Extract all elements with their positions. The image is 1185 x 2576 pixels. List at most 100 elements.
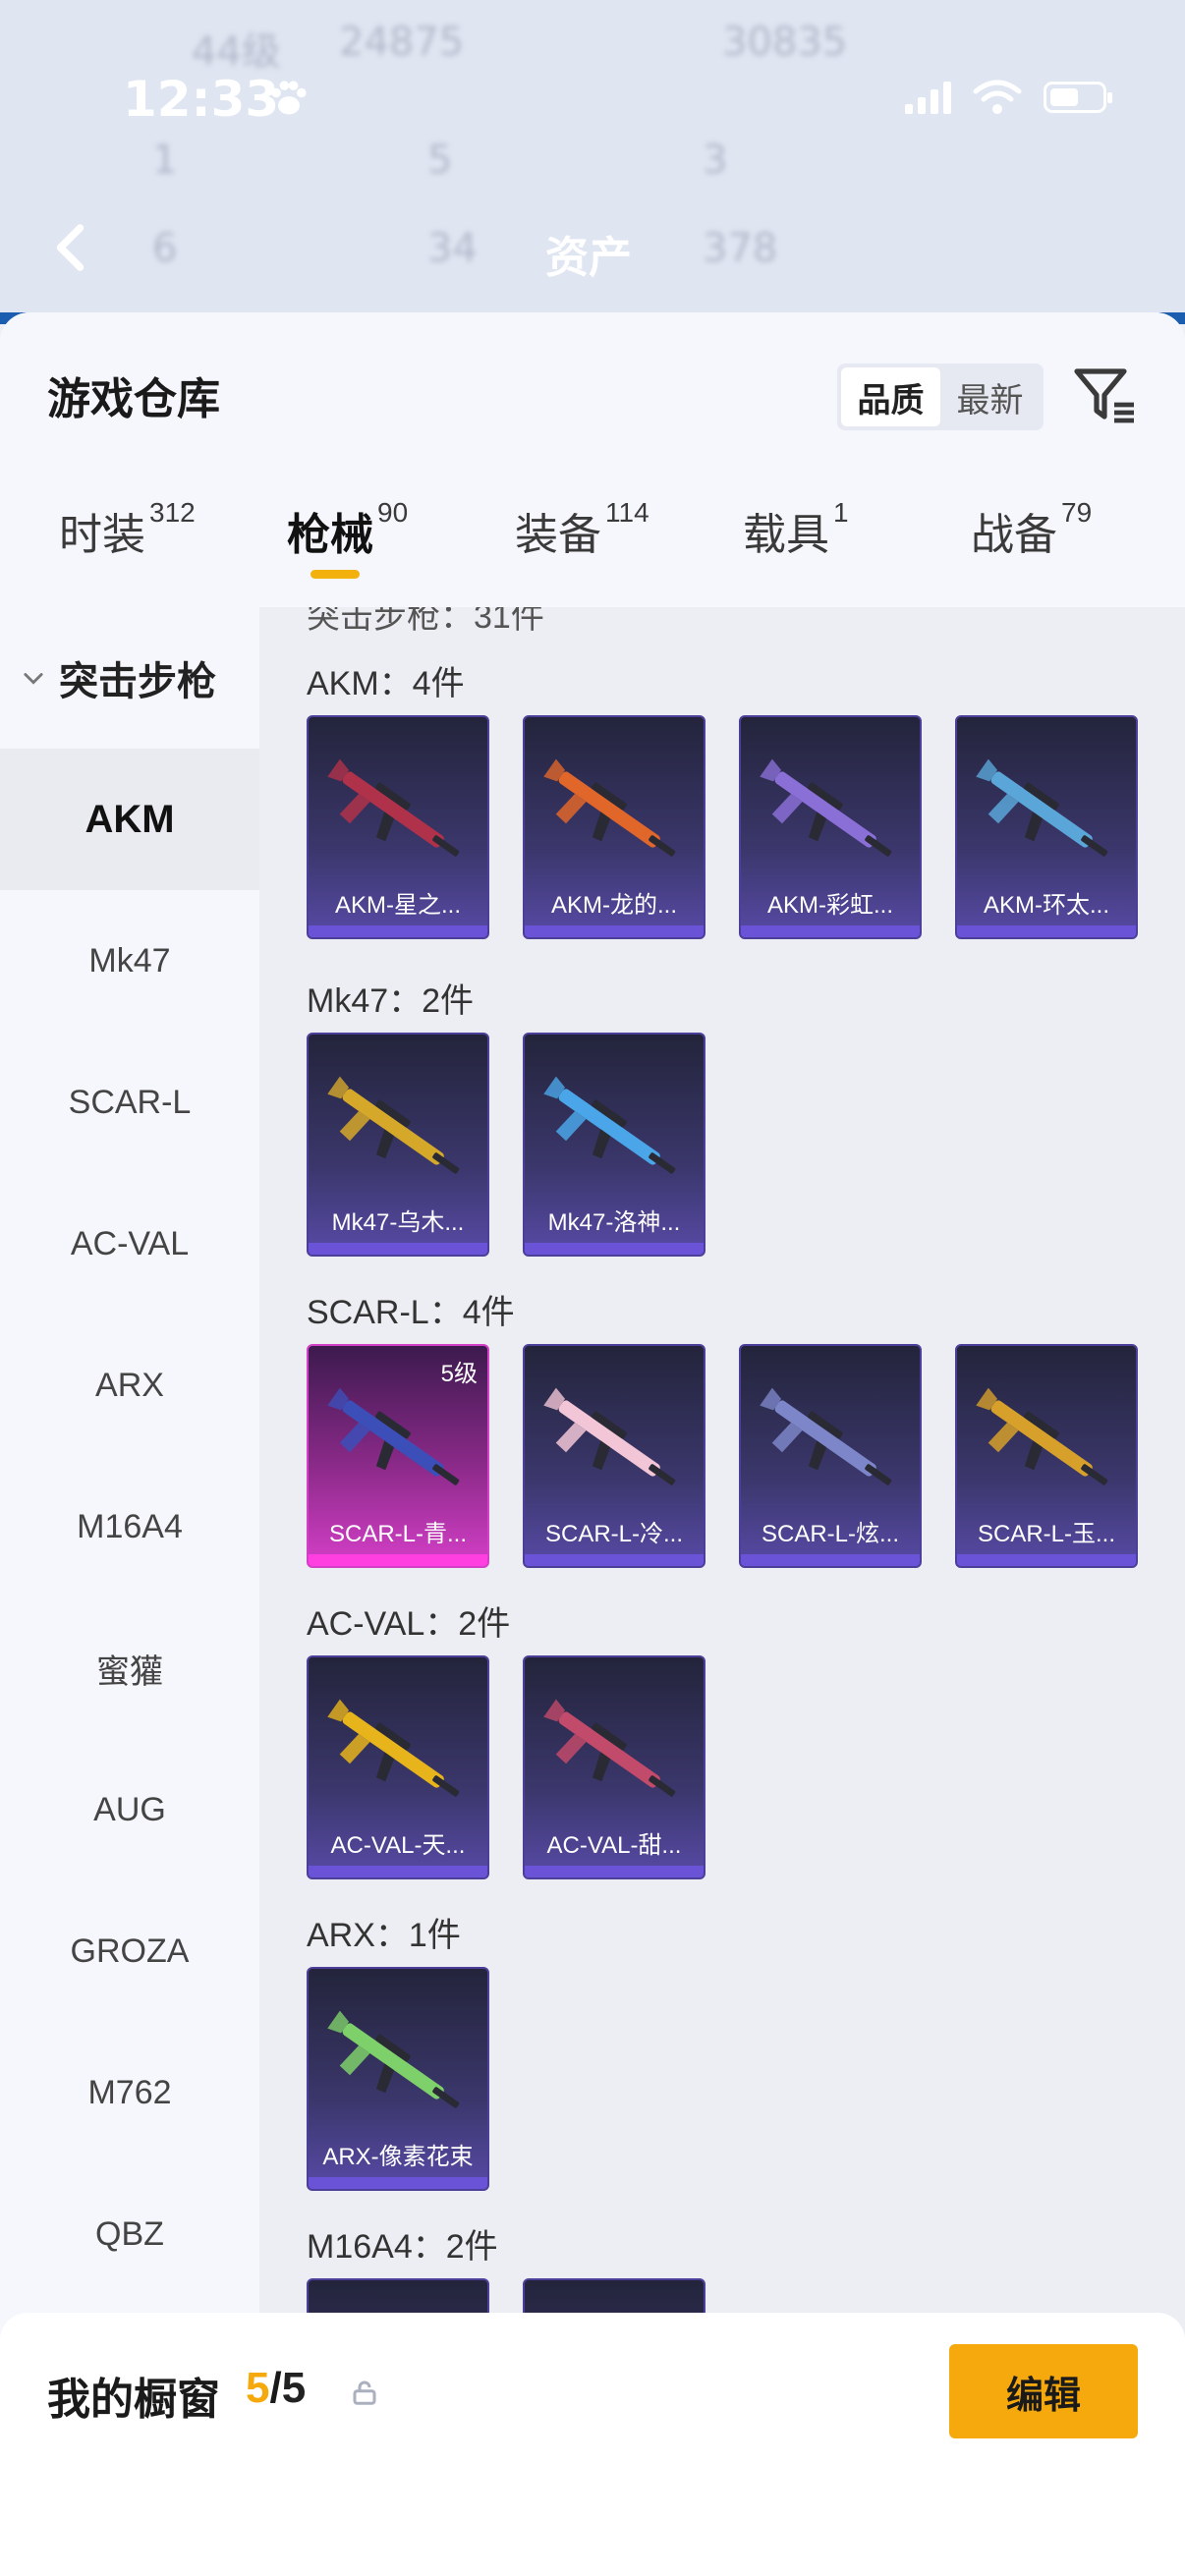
- rifle-icon: [327, 1387, 460, 1485]
- card-rarity-bar: [741, 1554, 920, 1566]
- weapon-card[interactable]: 5级 SCAR-L-青...: [307, 1344, 489, 1568]
- tab-firearms[interactable]: 枪械 90: [287, 497, 409, 578]
- card-rarity-bar: [525, 1243, 704, 1255]
- rifle-icon: [543, 1699, 676, 1797]
- card-name: SCAR-L-冷...: [544, 1521, 683, 1547]
- bg-stat-a: 24875: [339, 20, 465, 65]
- weapon-card[interactable]: AKM-星之...: [307, 715, 489, 939]
- weapon-grid: 突击步枪：31件 AKM：4件 AKM-星之... AKM-龙的... AKM-彩虹.…: [259, 607, 1185, 2576]
- card-rarity-bar: [957, 925, 1136, 937]
- weapon-card[interactable]: Mk47-乌木...: [307, 1033, 489, 1257]
- back-arrow-icon[interactable]: [43, 218, 102, 277]
- weapon-card[interactable]: AKM-彩虹...: [739, 715, 922, 939]
- sidenav-group-label: 突击步枪: [59, 660, 216, 703]
- weapon-card[interactable]: AC-VAL-甜...: [523, 1655, 705, 1879]
- paw-icon: [271, 81, 307, 115]
- card-name: ARX-像素花束: [322, 2144, 474, 2170]
- tab-supplies[interactable]: 战备 79: [971, 497, 1092, 578]
- sidenav-item-ac-val[interactable]: AC-VAL: [0, 1173, 259, 1315]
- card-rarity-bar: [309, 1243, 487, 1255]
- rifle-icon: [976, 1387, 1108, 1485]
- weapon-card[interactable]: SCAR-L-炫...: [739, 1344, 922, 1568]
- sidenav-item-scar-l[interactable]: SCAR-L: [0, 1032, 259, 1173]
- tab-count: 1: [833, 497, 849, 528]
- category-tabs: 时装 312 枪械 90 装备 114 载具 1 战备 79: [0, 497, 1185, 607]
- sheet-title: 游戏仓库: [47, 375, 220, 423]
- category-count-title: 突击步枪：31件: [307, 607, 544, 636]
- bg-mini-4: 6: [152, 226, 178, 271]
- card-name: AKM-彩虹...: [766, 892, 893, 919]
- signal-icon: [905, 81, 951, 114]
- tab-label: 枪械: [287, 511, 373, 559]
- card-name: AC-VAL-甜...: [546, 1832, 682, 1859]
- card-name: AKM-龙的...: [550, 892, 677, 919]
- sidenav-item-mk47[interactable]: Mk47: [0, 890, 259, 1032]
- tab-fashion[interactable]: 时装 312: [59, 497, 196, 578]
- sidenav-item-arx[interactable]: ARX: [0, 1315, 259, 1456]
- tab-vehicles[interactable]: 载具 1: [743, 497, 849, 578]
- bg-mini-2: 5: [427, 138, 453, 183]
- weapon-card[interactable]: Mk47-洛神...: [523, 1033, 705, 1257]
- tab-label: 战备: [971, 511, 1057, 559]
- weapon-card[interactable]: ARX-像素花束: [307, 1967, 489, 2191]
- card-rarity-bar: [741, 925, 920, 937]
- card-name: SCAR-L-炫...: [761, 1521, 899, 1547]
- card-level-badge: 5级: [440, 1361, 478, 1387]
- bg-stat-b: 30835: [722, 20, 848, 65]
- bg-mini-3: 3: [703, 138, 728, 183]
- rifle-icon: [327, 1699, 460, 1797]
- section-title: SCAR-L：4件: [307, 1294, 515, 1331]
- rifle-icon: [760, 758, 892, 857]
- showcase-current: 5: [246, 2364, 270, 2412]
- sidenav-item-groza[interactable]: GROZA: [0, 1880, 259, 2022]
- wifi-icon: [973, 80, 1022, 114]
- battery-icon: [1044, 82, 1112, 113]
- showcase-total: 5: [281, 2364, 307, 2412]
- section-title: AC-VAL：2件: [307, 1605, 511, 1643]
- card-rarity-bar: [525, 1554, 704, 1566]
- card-rarity-bar: [309, 1554, 487, 1566]
- tab-label: 装备: [515, 511, 601, 559]
- showcase-bar: 我的橱窗 5/5 编辑: [0, 2313, 1185, 2576]
- edit-button[interactable]: 编辑: [949, 2344, 1138, 2438]
- sidenav-item-qbz[interactable]: QBZ: [0, 2163, 259, 2305]
- rifle-icon: [976, 758, 1108, 857]
- sidenav-group-assault-rifles[interactable]: 突击步枪: [0, 607, 259, 749]
- bg-mini-1: 1: [152, 138, 178, 183]
- card-rarity-bar: [309, 1866, 487, 1877]
- card-name: SCAR-L-玉...: [977, 1521, 1115, 1547]
- card-rarity-bar: [309, 925, 487, 937]
- sidenav-item-honey-badger[interactable]: 蜜獾: [0, 1597, 259, 1739]
- section-title: Mk47：2件: [307, 982, 475, 1020]
- card-name: AC-VAL-天...: [330, 1832, 466, 1859]
- sidenav-item-m762[interactable]: M762: [0, 2022, 259, 2163]
- bg-mini-6: 378: [703, 226, 778, 271]
- showcase-count: 5/5: [246, 2364, 307, 2412]
- sidenav-item-aug[interactable]: AUG: [0, 1739, 259, 1880]
- tab-count: 90: [377, 497, 409, 528]
- showcase-title: 我的橱窗: [47, 2376, 220, 2424]
- tab-label: 载具: [743, 511, 829, 559]
- tab-equipment[interactable]: 装备 114: [515, 497, 649, 578]
- warehouse-sheet: 游戏仓库 品质 最新 时装 312 枪械 90 装备 114 载具 1 战备 7…: [0, 312, 1185, 2576]
- sidenav-item-akm[interactable]: AKM: [0, 749, 259, 890]
- filter-icon[interactable]: [1071, 362, 1138, 428]
- card-rarity-bar: [525, 925, 704, 937]
- sort-newest-button[interactable]: 最新: [940, 367, 1040, 426]
- sort-quality-button[interactable]: 品质: [841, 367, 940, 426]
- weapon-card[interactable]: SCAR-L-冷...: [523, 1344, 705, 1568]
- sidenav-item-m16a4[interactable]: M16A4: [0, 1456, 259, 1597]
- weapon-card[interactable]: AKM-环太...: [955, 715, 1138, 939]
- weapon-card[interactable]: SCAR-L-玉...: [955, 1344, 1138, 1568]
- bg-level: 44级: [192, 29, 281, 75]
- status-time: 12:33: [123, 71, 280, 128]
- rifle-icon: [327, 2010, 460, 2108]
- tab-label: 时装: [59, 511, 145, 559]
- active-tab-indicator: [310, 570, 360, 579]
- rifle-icon: [543, 1387, 676, 1485]
- weapon-card[interactable]: AC-VAL-天...: [307, 1655, 489, 1879]
- sort-toggle: 品质 最新: [837, 364, 1044, 430]
- tab-count: 312: [149, 497, 196, 528]
- rifle-icon: [543, 1076, 676, 1174]
- weapon-card[interactable]: AKM-龙的...: [523, 715, 705, 939]
